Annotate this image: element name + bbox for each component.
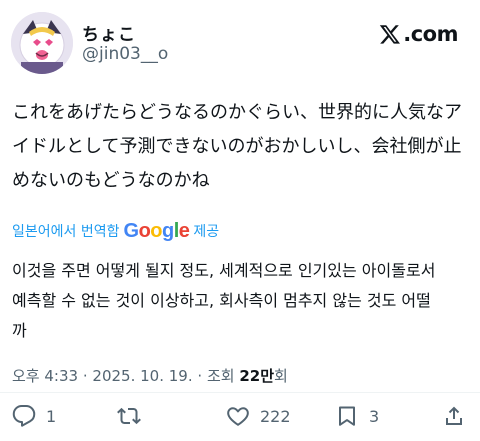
x-brand-logo: .com <box>379 20 458 48</box>
share-icon <box>446 406 462 425</box>
repost-button[interactable] <box>117 404 151 428</box>
meta-separator: · <box>197 367 203 385</box>
provided-by-label: 제공 <box>193 224 220 240</box>
avatar-image <box>11 12 73 74</box>
brand-domain: .com <box>403 22 458 46</box>
views-label: 조회 <box>206 367 235 385</box>
google-logo: Google <box>123 219 190 242</box>
tweet-body: これをあげたらどうなるのかぐらい、世界的に人気なア イドルとして予測できないのが… <box>12 102 462 191</box>
like-count: 222 <box>260 406 291 426</box>
translated-from-label: 일본어에서 번역함 <box>12 224 120 240</box>
share-button[interactable] <box>442 404 466 428</box>
meta-separator: · <box>82 367 88 385</box>
divider <box>0 392 480 393</box>
heart-icon <box>227 407 249 426</box>
display-name[interactable]: ちょこ <box>82 20 136 45</box>
reply-icon <box>12 405 36 427</box>
bookmark-button[interactable]: 3 <box>335 404 379 428</box>
views-suffix: 회 <box>274 367 288 385</box>
tweet-header: ちょこ @jin03__o .com <box>0 0 480 90</box>
reply-button[interactable]: 1 <box>12 404 56 428</box>
bookmark-count: 3 <box>369 406 380 426</box>
tweet-time[interactable]: 오후 4:33 <box>12 367 78 385</box>
tweet-meta: 오후 4:33 · 2025. 10. 19. · 조회 22만회 <box>12 365 288 386</box>
avatar[interactable] <box>11 12 73 74</box>
reply-count: 1 <box>46 406 57 426</box>
tweet-date[interactable]: 2025. 10. 19. <box>92 367 192 385</box>
like-button[interactable]: 222 <box>226 404 291 428</box>
translated-body: 이것을 주면 어떻게 될지 정도, 세계적으로 인기있는 아이돌로서 예측할 수… <box>12 261 436 340</box>
repost-icon <box>117 407 141 425</box>
x-logo-icon <box>380 25 401 44</box>
bookmark-icon <box>339 406 355 426</box>
user-handle[interactable]: @jin03__o <box>82 44 168 64</box>
views-count: 22만 <box>239 367 275 385</box>
action-bar: 1 222 3 <box>0 400 480 436</box>
translation-attribution[interactable]: 일본어에서 번역함 Google 제공 <box>12 217 219 245</box>
